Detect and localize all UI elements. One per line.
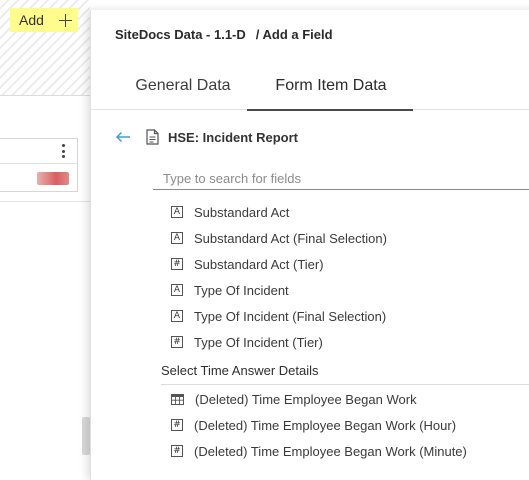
field-label: (Deleted) Time Employee Began Work (Minu…	[194, 443, 467, 459]
number-icon: #	[171, 258, 183, 270]
text-icon: A	[171, 206, 183, 218]
collapse-handle[interactable]	[82, 417, 90, 455]
field-label: Type Of Incident (Tier)	[194, 334, 323, 350]
field-label: Substandard Act (Final Selection)	[194, 230, 387, 246]
field-item[interactable]: # Type Of Incident (Tier)	[171, 332, 323, 352]
field-item[interactable]: A Type Of Incident (Final Selection)	[171, 306, 386, 326]
add-button-label: Add	[19, 12, 44, 28]
field-item[interactable]: # (Deleted) Time Employee Began Work (Ho…	[171, 415, 456, 435]
field-label: Substandard Act (Tier)	[194, 256, 324, 272]
field-item[interactable]: A Type Of Incident	[171, 280, 289, 300]
form-name: HSE: Incident Report	[168, 130, 299, 145]
kebab-menu-icon[interactable]	[59, 144, 67, 158]
plus-icon	[58, 13, 72, 27]
field-label: (Deleted) Time Employee Began Work	[195, 391, 417, 407]
field-item[interactable]: # (Deleted) Time Employee Began Work (Mi…	[171, 441, 467, 461]
background-page: Add	[0, 0, 100, 471]
field-label: Type Of Incident	[194, 282, 289, 298]
color-swatch	[37, 172, 69, 185]
add-button[interactable]: Add	[10, 8, 78, 32]
background-card	[0, 138, 78, 192]
field-item[interactable]: # Substandard Act (Tier)	[171, 254, 324, 274]
number-icon: #	[171, 445, 183, 457]
tab-bar: General Data Form Item Data	[91, 62, 529, 111]
field-label: Type Of Incident (Final Selection)	[194, 308, 387, 324]
drawer-title: SiteDocs Data - 1.1-D / Add a Field	[115, 27, 333, 42]
tab-general-data[interactable]: General Data	[119, 62, 247, 110]
table-icon	[171, 393, 184, 405]
field-search-input[interactable]	[153, 168, 529, 190]
add-field-drawer: SiteDocs Data - 1.1-D / Add a Field Gener…	[90, 10, 529, 480]
data-source-title: SiteDocs Data - 1.1-D	[115, 27, 246, 42]
document-icon	[146, 129, 159, 145]
breadcrumb: / Add a Field	[255, 27, 333, 42]
text-icon: A	[171, 310, 183, 322]
number-icon: #	[171, 419, 183, 431]
field-item[interactable]: A Substandard Act	[171, 202, 289, 222]
field-label: (Deleted) Time Employee Began Work (Hour…	[194, 417, 457, 433]
field-item[interactable]: (Deleted) Time Employee Began Work	[171, 389, 417, 409]
text-icon: A	[171, 284, 183, 296]
divider	[0, 163, 77, 164]
divider	[0, 95, 90, 96]
tab-form-item-data[interactable]: Form Item Data	[247, 62, 415, 111]
number-icon: #	[171, 336, 183, 348]
divider	[0, 201, 90, 202]
field-item[interactable]: A Substandard Act (Final Selection)	[171, 228, 387, 248]
section-header: Select Time Answer Details	[161, 363, 529, 385]
field-label: Substandard Act	[194, 204, 290, 220]
text-icon: A	[171, 232, 183, 244]
back-arrow-icon[interactable]	[115, 131, 131, 143]
